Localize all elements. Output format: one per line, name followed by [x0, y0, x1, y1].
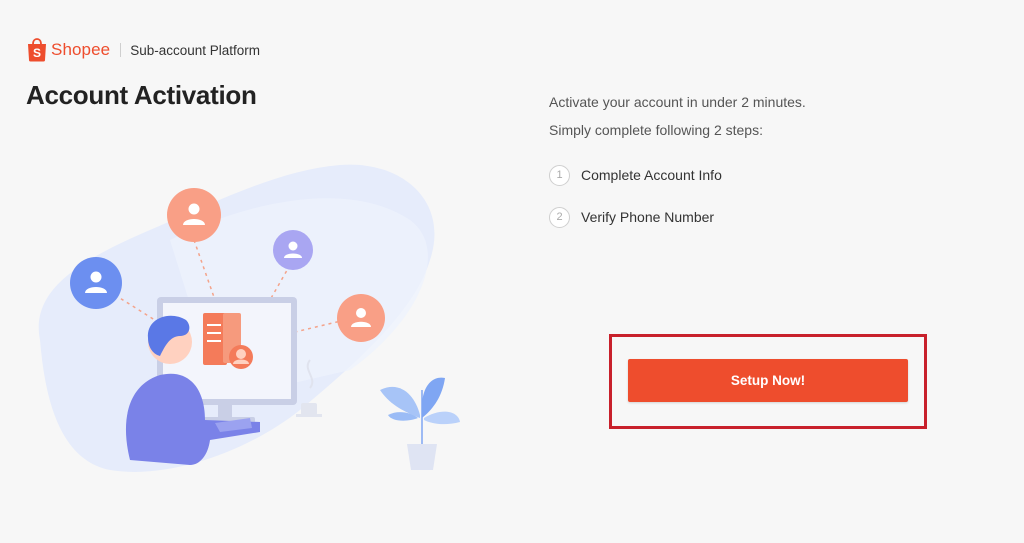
page-title: Account Activation: [26, 80, 257, 110]
step-number: 1: [549, 164, 570, 186]
intro-line-2: Simply complete following 2 steps:: [549, 122, 763, 138]
platform-name: Sub-account Platform: [130, 42, 261, 58]
activation-illustration: [38, 164, 460, 472]
user-node-top: [167, 188, 221, 242]
step-number: 2: [549, 206, 570, 228]
svg-text:S: S: [33, 46, 41, 60]
user-node-right: [337, 294, 385, 342]
header-divider: [120, 43, 122, 57]
intro-line-1: Activate your account in under 2 minutes…: [549, 94, 806, 110]
header: S Shopee Sub-account Platform: [26, 36, 260, 64]
step-item: 2 Verify Phone Number: [549, 206, 722, 228]
user-node-left: [70, 257, 122, 309]
user-node-right-top: [273, 230, 313, 270]
step-item: 1 Complete Account Info: [549, 164, 722, 186]
shopee-logo[interactable]: S Shopee: [26, 38, 110, 62]
step-label: Verify Phone Number: [581, 209, 715, 225]
step-label: Complete Account Info: [581, 167, 722, 183]
intro-text: Activate your account in under 2 minutes…: [549, 88, 806, 144]
steps-list: 1 Complete Account Info 2 Verify Phone N…: [549, 164, 722, 248]
shopee-bag-icon: S: [28, 38, 46, 62]
logo-text: Shopee: [51, 40, 111, 59]
setup-now-button[interactable]: Setup Now!: [628, 359, 908, 402]
plant-illustration: [380, 377, 460, 470]
